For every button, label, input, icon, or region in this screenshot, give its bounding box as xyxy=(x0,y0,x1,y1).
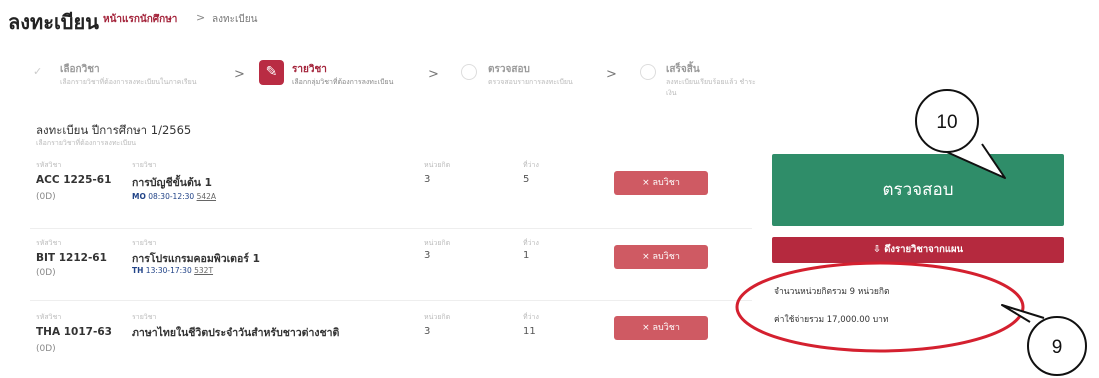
callout-9-number: 9 xyxy=(1052,337,1063,358)
annotation-overlay: 10 9 xyxy=(735,89,1087,376)
callout-10-number: 10 xyxy=(936,112,957,133)
summary-highlight-ellipse xyxy=(735,261,1025,353)
